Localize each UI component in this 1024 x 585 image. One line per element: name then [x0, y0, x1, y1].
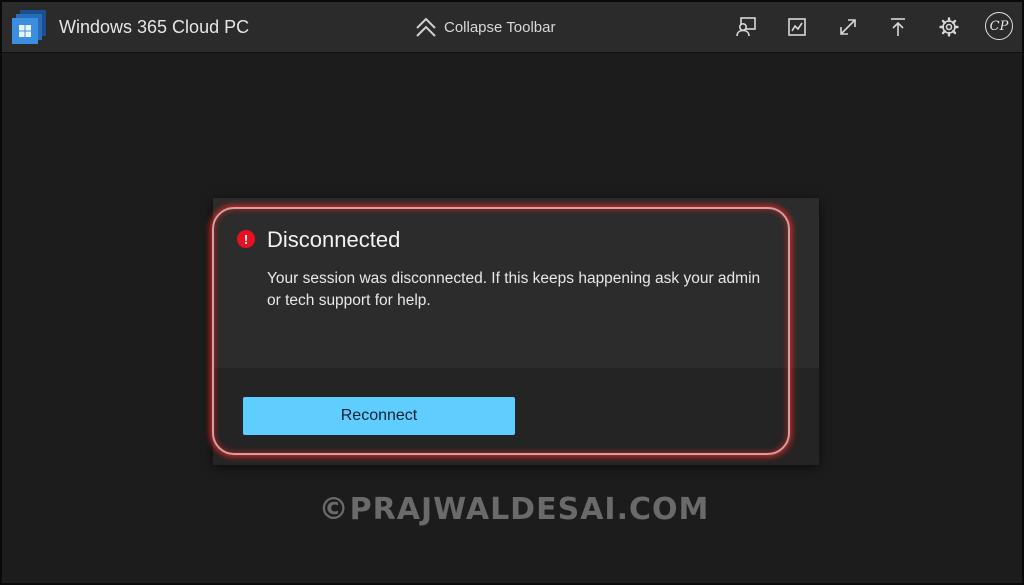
cloud-pc-window: Windows 365 Cloud PC Collapse Toolbar CP… [0, 0, 1024, 585]
screen-icon[interactable] [783, 13, 811, 41]
windows-365-logo-icon [12, 10, 46, 44]
dialog-message: Your session was disconnected. If this k… [267, 270, 761, 309]
disconnected-dialog: ! Disconnected Your session was disconne… [213, 198, 819, 465]
chevron-up-double-icon [414, 16, 438, 38]
fullscreen-expand-icon[interactable] [834, 13, 862, 41]
watermark: ©PRAJWALDESAI.COM [318, 492, 710, 527]
user-avatar[interactable]: CP [985, 12, 1013, 40]
error-icon: ! [237, 230, 255, 248]
dialog-title: Disconnected [267, 227, 401, 252]
collapse-toolbar-button[interactable]: Collapse Toolbar [414, 12, 555, 42]
upload-icon[interactable] [884, 13, 912, 41]
gear-icon[interactable] [935, 13, 963, 41]
collapse-toolbar-label: Collapse Toolbar [444, 18, 556, 36]
top-toolbar: Windows 365 Cloud PC Collapse Toolbar CP [2, 2, 1022, 53]
reconnect-button[interactable]: Reconnect [243, 397, 515, 435]
remote-session-icon[interactable] [732, 13, 760, 41]
app-title: Windows 365 Cloud PC [59, 17, 250, 37]
